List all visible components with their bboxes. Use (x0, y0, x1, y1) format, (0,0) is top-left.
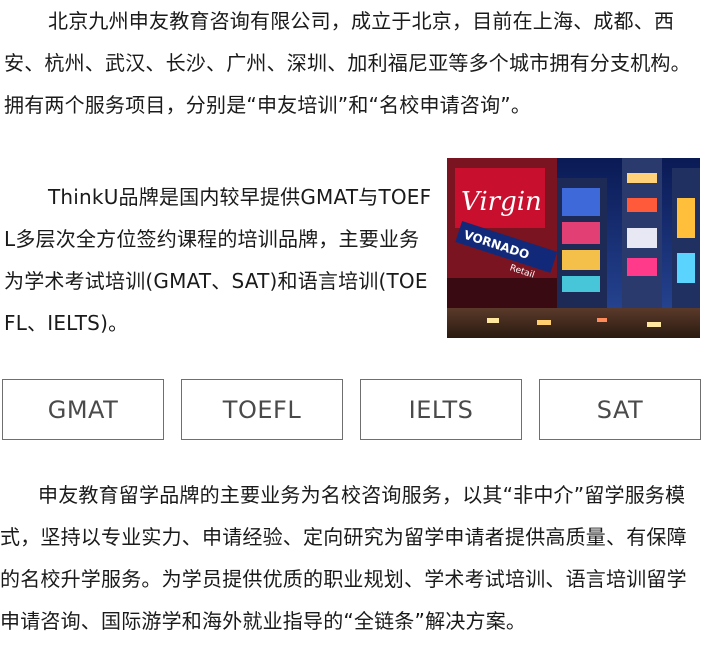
thinku-paragraph: ThinkU品牌是国内较早提供GMAT与TOEFL多层次全方位签约课程的培训品牌… (4, 185, 432, 335)
toefl-button[interactable]: TOEFL (181, 379, 343, 440)
virgin-sign-text: Virgin (461, 187, 542, 217)
sat-button[interactable]: SAT (539, 379, 701, 440)
shenyou-paragraph: 申友教育留学品牌的主要业务为名校咨询服务，以其“非中介”留学服务模式，坚持以专业… (0, 483, 687, 633)
intro-paragraph: 北京九州申友教育咨询有限公司，成立于北京，目前在上海、成都、西安、杭州、武汉、长… (4, 9, 691, 117)
gmat-button[interactable]: GMAT (2, 379, 164, 440)
ielts-button[interactable]: IELTS (360, 379, 522, 440)
course-tag-row: GMAT TOEFL IELTS SAT (2, 379, 702, 440)
times-square-photo: Virgin VORNADO Retail (447, 158, 700, 338)
